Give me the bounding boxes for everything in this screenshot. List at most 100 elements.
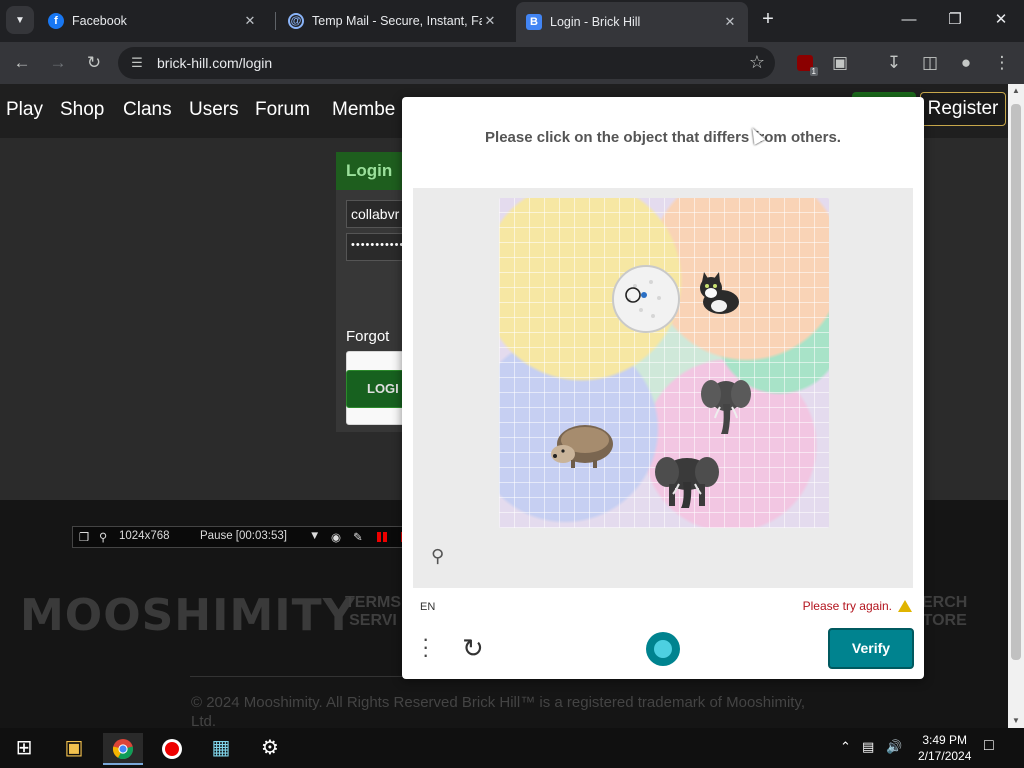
windows-start-icon[interactable]: ⊞ — [4, 733, 44, 765]
language-selector[interactable]: EN — [420, 601, 435, 613]
clock-date: 2/17/2024 — [918, 749, 972, 763]
hedgehog-object[interactable] — [549, 420, 615, 472]
kebab-menu-icon[interactable]: ⋮ — [988, 50, 1016, 76]
recorder-app-icon[interactable] — [152, 733, 192, 765]
reload-icon[interactable]: ↻ — [80, 50, 108, 76]
close-window-icon[interactable]: ✕ — [986, 8, 1016, 32]
mooshimity-logo: MOOSHIMITY — [20, 590, 356, 641]
url-text[interactable]: brick-hill.com/login — [157, 55, 272, 71]
golf-ball-object[interactable] — [611, 264, 681, 334]
copyright-text: © 2024 Mooshimity. All Rights Reserved B… — [191, 694, 806, 728]
pause-icon[interactable] — [377, 532, 381, 542]
merch-store-link[interactable]: ERCH TORE — [922, 594, 967, 630]
refresh-challenge-icon[interactable]: ↻ — [462, 633, 484, 664]
nav-forum[interactable]: Forum — [255, 99, 310, 121]
pause-icon-bar — [383, 532, 387, 542]
download-icon[interactable]: ↧ — [880, 50, 908, 76]
elephant-object[interactable] — [655, 454, 719, 510]
notifications-icon[interactable]: □ — [984, 737, 994, 755]
ublock-extension-icon[interactable]: 1 — [797, 55, 818, 76]
notes-app-icon[interactable]: ▦ — [201, 733, 241, 765]
dropdown-icon[interactable]: ▼ — [309, 530, 320, 542]
side-panel-icon[interactable]: ◫ — [916, 50, 944, 76]
close-tab-icon[interactable]: ✕ — [242, 13, 258, 29]
forgot-password-link[interactable]: Forgot — [346, 328, 389, 345]
facebook-icon: f — [48, 13, 64, 29]
window-icon[interactable]: ❐ — [79, 530, 89, 544]
tab-divider — [275, 12, 276, 30]
captcha-challenge: Please click on the object that differs … — [402, 97, 924, 679]
chevron-down-icon: ▼ — [15, 14, 25, 26]
system-clock[interactable]: 3:49 PM 2/17/2024 — [918, 732, 971, 764]
restore-icon[interactable]: ❐ — [940, 8, 970, 32]
address-bar[interactable]: ☰ brick-hill.com/login ☆ — [118, 47, 775, 79]
captcha-menu-icon[interactable]: · · · — [422, 628, 429, 666]
minimize-icon[interactable]: — — [894, 8, 924, 32]
file-explorer-icon[interactable]: ▣ — [54, 733, 94, 765]
warning-icon — [898, 600, 912, 612]
screen-recorder-bar: ❐ ⚲ 1024x768 Pause [00:03:53] ▼ ◉ ✎ — [72, 526, 422, 548]
brickhill-icon: B — [526, 14, 542, 30]
scroll-up-icon[interactable]: ▲ — [1008, 84, 1024, 98]
tab-temp-mail[interactable]: @ Temp Mail - Secure, Instant, Fas ✕ — [278, 6, 508, 36]
scroll-thumb[interactable] — [1011, 104, 1021, 660]
camera-icon[interactable]: ◉ — [331, 530, 341, 544]
nav-clans[interactable]: Clans — [123, 99, 172, 121]
tab-title: Temp Mail - Secure, Instant, Fas — [312, 14, 482, 28]
recorder-status: Pause [00:03:53] — [200, 530, 287, 542]
tempmail-icon: @ — [288, 13, 304, 29]
nav-membership[interactable]: Membe — [332, 99, 395, 121]
click-marker-icon — [625, 287, 641, 303]
extensions-puzzle-icon[interactable]: ▣ — [826, 50, 854, 76]
profile-avatar-icon[interactable]: ● — [952, 50, 980, 76]
terms-line-2: SERVI — [349, 612, 397, 629]
clock-time: 3:49 PM — [922, 733, 968, 747]
tab-search-button[interactable]: ▼ — [6, 6, 34, 34]
zoom-search-icon[interactable]: ⚲ — [431, 546, 444, 567]
captcha-image[interactable] — [499, 198, 829, 528]
tab-facebook[interactable]: f Facebook ✕ — [38, 6, 268, 36]
tab-strip: ▼ f Facebook ✕ @ Temp Mail - Secure, Ins… — [0, 0, 1024, 42]
close-tab-icon[interactable]: ✕ — [482, 13, 498, 29]
page-scrollbar[interactable]: ▲ ▼ — [1008, 84, 1024, 728]
site-info-icon[interactable]: ☰ — [128, 54, 146, 72]
nav-shop[interactable]: Shop — [60, 99, 104, 121]
browser-toolbar: ← → ↻ ☰ brick-hill.com/login ☆ 1 ▣ ↧ ◫ ●… — [0, 42, 1024, 84]
tab-title: Login - Brick Hill — [550, 15, 641, 29]
tab-title: Facebook — [72, 14, 127, 28]
windows-taskbar: ⊞ ▣ ▦ ⚙ ⌃ ▤ 🔊 3:49 PM 2/17/2024 □ — [0, 728, 1024, 768]
login-button[interactable]: LOGI — [346, 370, 410, 408]
scroll-down-icon[interactable]: ▼ — [1008, 714, 1024, 728]
settings-gear-icon[interactable]: ⚙ — [250, 733, 290, 765]
extension-badge: 1 — [809, 67, 818, 76]
merch-line-1: ERCH — [922, 594, 968, 611]
pen-icon[interactable]: ✎ — [353, 530, 363, 544]
tab-brick-hill[interactable]: B Login - Brick Hill ✕ — [516, 2, 748, 42]
verify-button[interactable]: Verify — [828, 628, 914, 669]
captcha-prompt: Please click on the object that differs … — [485, 129, 841, 146]
cat-object[interactable] — [695, 272, 741, 316]
bookmark-star-icon[interactable]: ☆ — [749, 52, 765, 73]
captcha-error: Please try again. — [803, 599, 912, 613]
zoom-icon[interactable]: ⚲ — [99, 530, 107, 544]
network-icon[interactable]: ▤ — [862, 739, 874, 755]
register-button[interactable]: Register — [920, 92, 1006, 126]
volume-icon[interactable]: 🔊 — [886, 739, 902, 755]
terms-line-1: TERMS — [345, 594, 401, 611]
hcaptcha-logo-icon — [646, 632, 680, 666]
new-tab-button[interactable]: + — [756, 8, 780, 32]
back-icon[interactable]: ← — [8, 50, 36, 76]
login-title: Login — [346, 161, 393, 180]
nav-play[interactable]: Play — [6, 99, 43, 121]
nav-users[interactable]: Users — [189, 99, 239, 121]
recorder-resolution: 1024x768 — [119, 530, 170, 542]
elephant-object[interactable] — [701, 374, 751, 436]
tray-chevron-up-icon[interactable]: ⌃ — [840, 739, 851, 755]
captcha-task-area: ⚲ — [413, 188, 913, 588]
merch-line-2: TORE — [922, 612, 967, 629]
error-text: Please try again. — [802, 599, 892, 613]
chrome-icon[interactable] — [103, 733, 143, 765]
forward-icon[interactable]: → — [44, 50, 72, 76]
close-tab-icon[interactable]: ✕ — [722, 14, 738, 30]
terms-of-service-link[interactable]: TERMS SERVI — [345, 594, 401, 630]
